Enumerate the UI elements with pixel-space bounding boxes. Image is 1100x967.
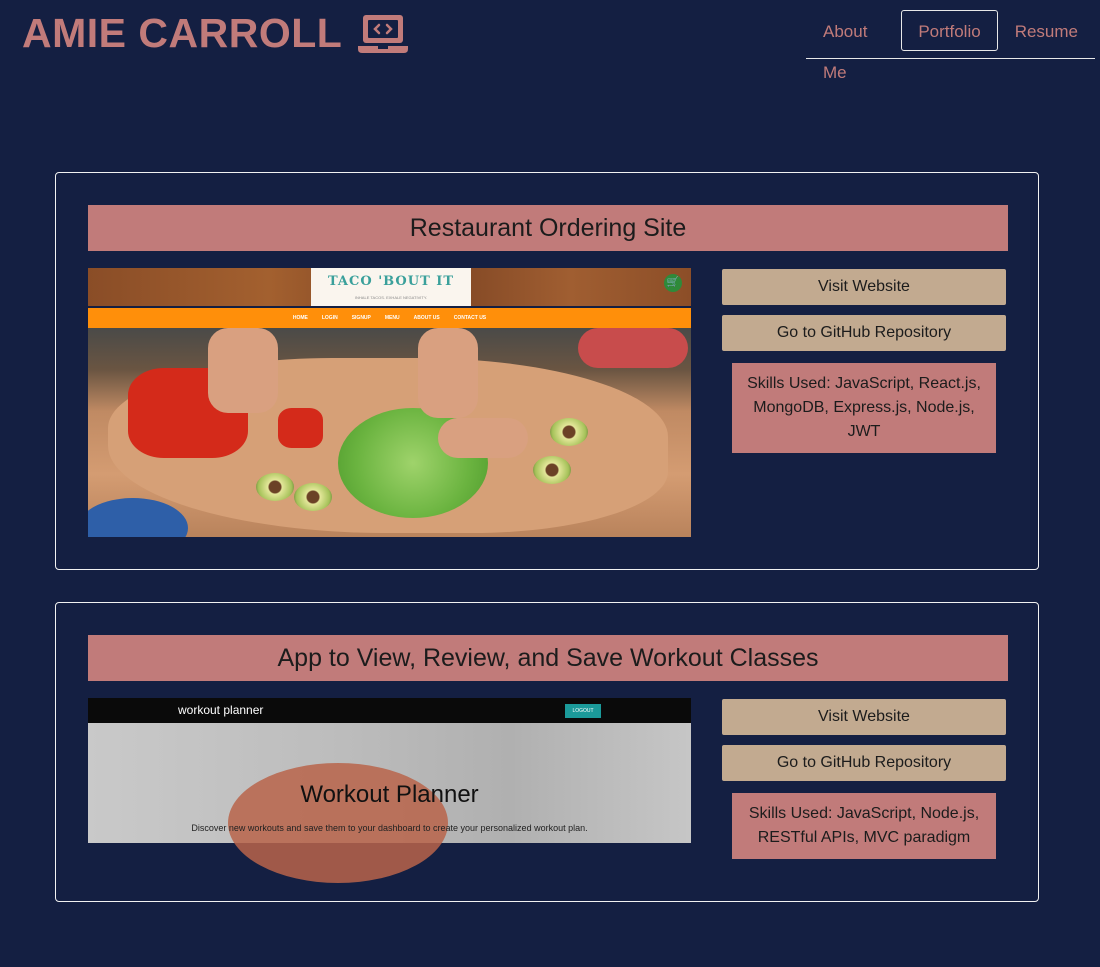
- project-card-workout: App to View, Review, and Save Workout Cl…: [55, 602, 1039, 902]
- avocado: [550, 418, 588, 446]
- site-heading: Workout Planner: [300, 781, 479, 808]
- nav-about-me[interactable]: About Me: [806, 10, 901, 82]
- project-screenshot-restaurant: TACO 'BOUT IT INHALE TACOS. EXHALE NEGAT…: [88, 268, 691, 537]
- visit-website-button[interactable]: Visit Website: [722, 699, 1006, 735]
- hand: [418, 328, 478, 418]
- avocado: [294, 483, 332, 511]
- site-logo: workout planner: [178, 703, 264, 717]
- sleeve: [578, 328, 688, 368]
- site-hero-photo: [88, 328, 691, 537]
- nav-resume[interactable]: Resume: [998, 10, 1095, 51]
- site-logout-button: LOGOUT: [565, 704, 601, 718]
- site-nav-item: HOME: [292, 315, 308, 321]
- hand: [208, 328, 278, 413]
- site-logo-tagline: INHALE TACOS. EXHALE NEGATIVITY.: [354, 295, 428, 300]
- site-hero: Workout Planner Discover new workouts an…: [88, 723, 691, 883]
- site-logo-title: TACO 'BOUT IT: [327, 274, 455, 289]
- site-topbar: workout planner LOGOUT: [88, 698, 691, 723]
- github-repo-button[interactable]: Go to GitHub Repository: [722, 315, 1006, 351]
- skills-used: Skills Used: JavaScript, React.js, Mongo…: [732, 363, 996, 453]
- project-title: App to View, Review, and Save Workout Cl…: [88, 635, 1008, 681]
- hand: [438, 418, 528, 458]
- project-screenshot-workout: workout planner LOGOUT Workout Planner D…: [88, 698, 691, 967]
- site-nav-item: LOGIN: [321, 315, 338, 321]
- cart-icon: 🛒: [664, 274, 682, 292]
- project-card-restaurant: Restaurant Ordering Site TACO 'BOUT IT I…: [55, 172, 1039, 570]
- laptop-code-icon: [358, 14, 409, 53]
- top-nav: About Me Portfolio Resume: [806, 10, 1095, 82]
- nav-portfolio[interactable]: Portfolio: [901, 10, 998, 51]
- site-nav-item: SIGNUP: [351, 315, 371, 321]
- site-nav-item: CONTACT US: [453, 315, 487, 321]
- site-nav: HOME LOGIN SIGNUP MENU ABOUT US CONTACT …: [88, 308, 691, 328]
- avocado: [533, 456, 571, 484]
- brand-name: AMIE CARROLL: [22, 10, 343, 56]
- site-logo: TACO 'BOUT IT INHALE TACOS. EXHALE NEGAT…: [311, 268, 471, 306]
- site-subheading: Discover new workouts and save them to y…: [191, 823, 588, 833]
- project-title: Restaurant Ordering Site: [88, 205, 1008, 251]
- github-repo-button[interactable]: Go to GitHub Repository: [722, 745, 1006, 781]
- site-nav-item: MENU: [384, 315, 400, 321]
- visit-website-button[interactable]: Visit Website: [722, 269, 1006, 305]
- site-nav-item: ABOUT US: [413, 315, 440, 321]
- pepper: [278, 408, 323, 448]
- bowl: [88, 498, 188, 537]
- avocado: [256, 473, 294, 501]
- skills-used: Skills Used: JavaScript, Node.js, RESTfu…: [732, 793, 996, 859]
- brand: AMIE CARROLL: [22, 10, 409, 57]
